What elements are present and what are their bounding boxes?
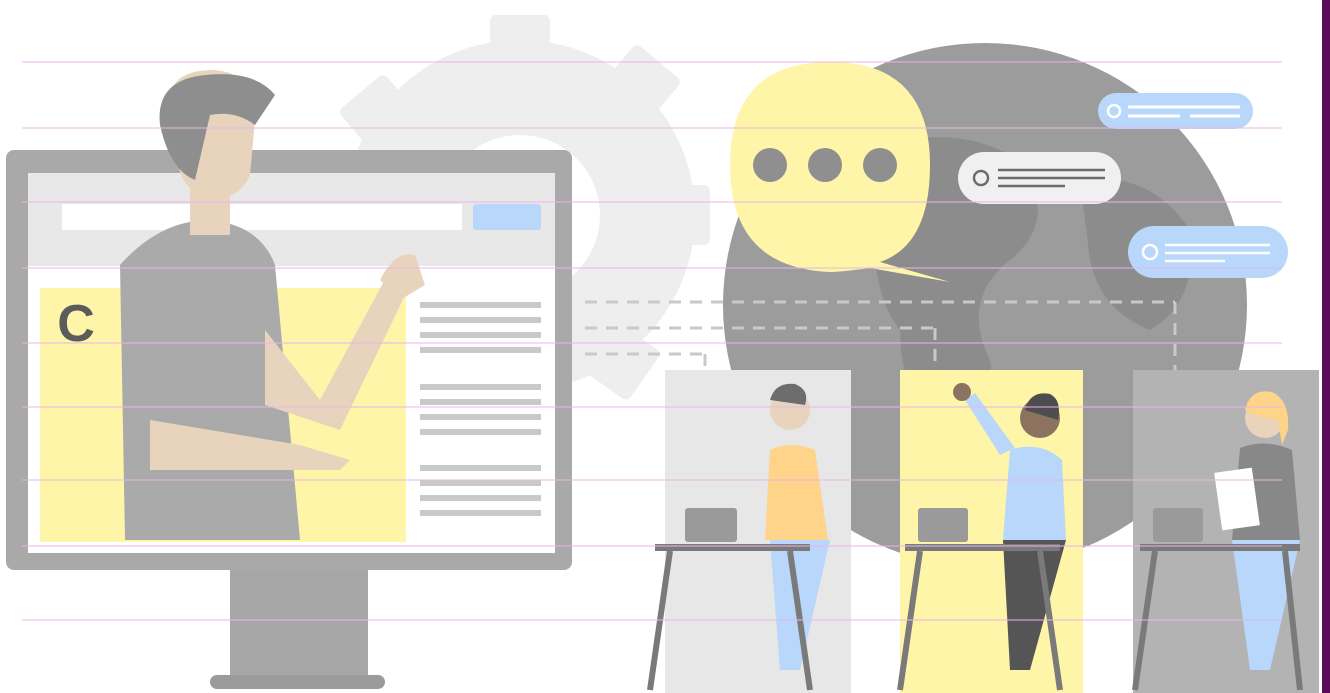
student-holding-paper xyxy=(1132,370,1319,693)
typing-dot-icon xyxy=(753,148,787,182)
chat-bubble-blue-bottom xyxy=(1128,226,1288,278)
search-button xyxy=(473,204,541,230)
monitor-logo-letter: C xyxy=(57,295,95,353)
student-orange-shirt xyxy=(647,370,851,693)
search-bar xyxy=(62,204,462,230)
page-edge-bar xyxy=(1322,0,1330,693)
online-learning-illustration xyxy=(6,15,1319,693)
typing-dot-icon xyxy=(808,148,842,182)
chat-bubble-gray xyxy=(958,152,1121,204)
monitor-stand xyxy=(230,568,368,680)
typing-dot-icon xyxy=(863,148,897,182)
chat-bubble-blue-top xyxy=(1098,93,1253,129)
monitor-base xyxy=(210,675,385,689)
student-raised-hand xyxy=(897,370,1083,693)
